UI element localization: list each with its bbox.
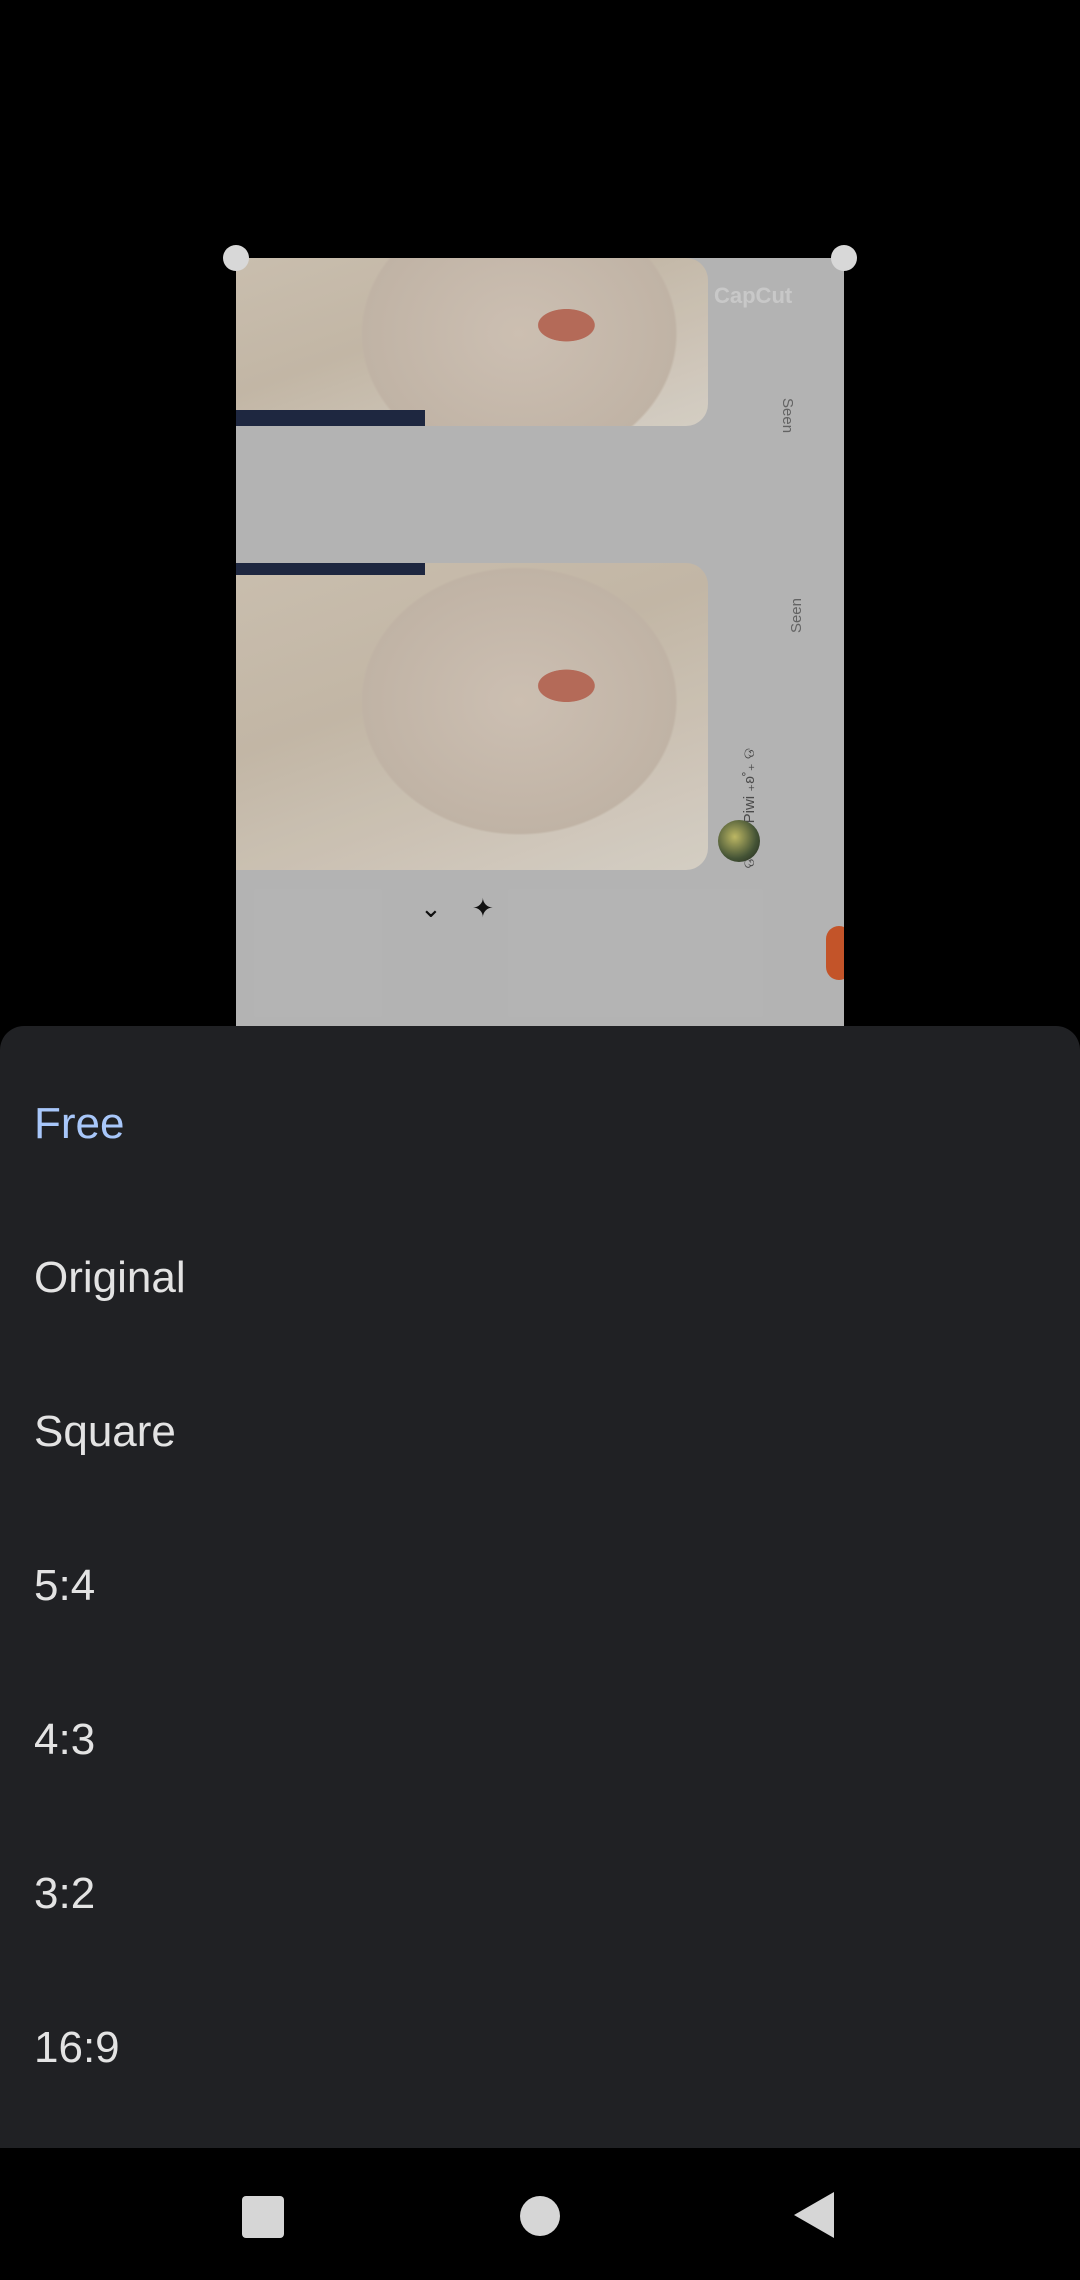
aspect-option-3-2[interactable]: 3:2 — [34, 1844, 1034, 1944]
aspect-ratio-sheet: Free Original Square 5:4 4:3 3:2 16:9 — [0, 1026, 1080, 2148]
aspect-option-original[interactable]: Original — [34, 1228, 1034, 1328]
aspect-option-4-3[interactable]: 4:3 — [34, 1690, 1034, 1790]
crop-handle-top-left[interactable] — [223, 245, 249, 271]
aspect-option-square[interactable]: Square — [34, 1382, 1034, 1482]
aspect-option-free[interactable]: Free — [34, 1074, 1034, 1174]
aspect-option-5-4[interactable]: 5:4 — [34, 1536, 1034, 1636]
square-icon[interactable] — [242, 2196, 284, 2238]
triangle-back-icon[interactable] — [794, 2192, 834, 2238]
crop-handle-top-right[interactable] — [831, 245, 857, 271]
crop-dim-overlay — [236, 258, 844, 1030]
aspect-option-16-9[interactable]: 16:9 — [34, 1998, 1034, 2098]
crop-preview-area: CapCut Seen Seen ଡ ₊˚ʚ₊ Piwi ₊ʚ˚₊ ଡ ⌄ ✦ — [0, 0, 1080, 1030]
system-navigation-bar — [0, 2148, 1080, 2280]
circle-icon[interactable] — [520, 2196, 560, 2236]
